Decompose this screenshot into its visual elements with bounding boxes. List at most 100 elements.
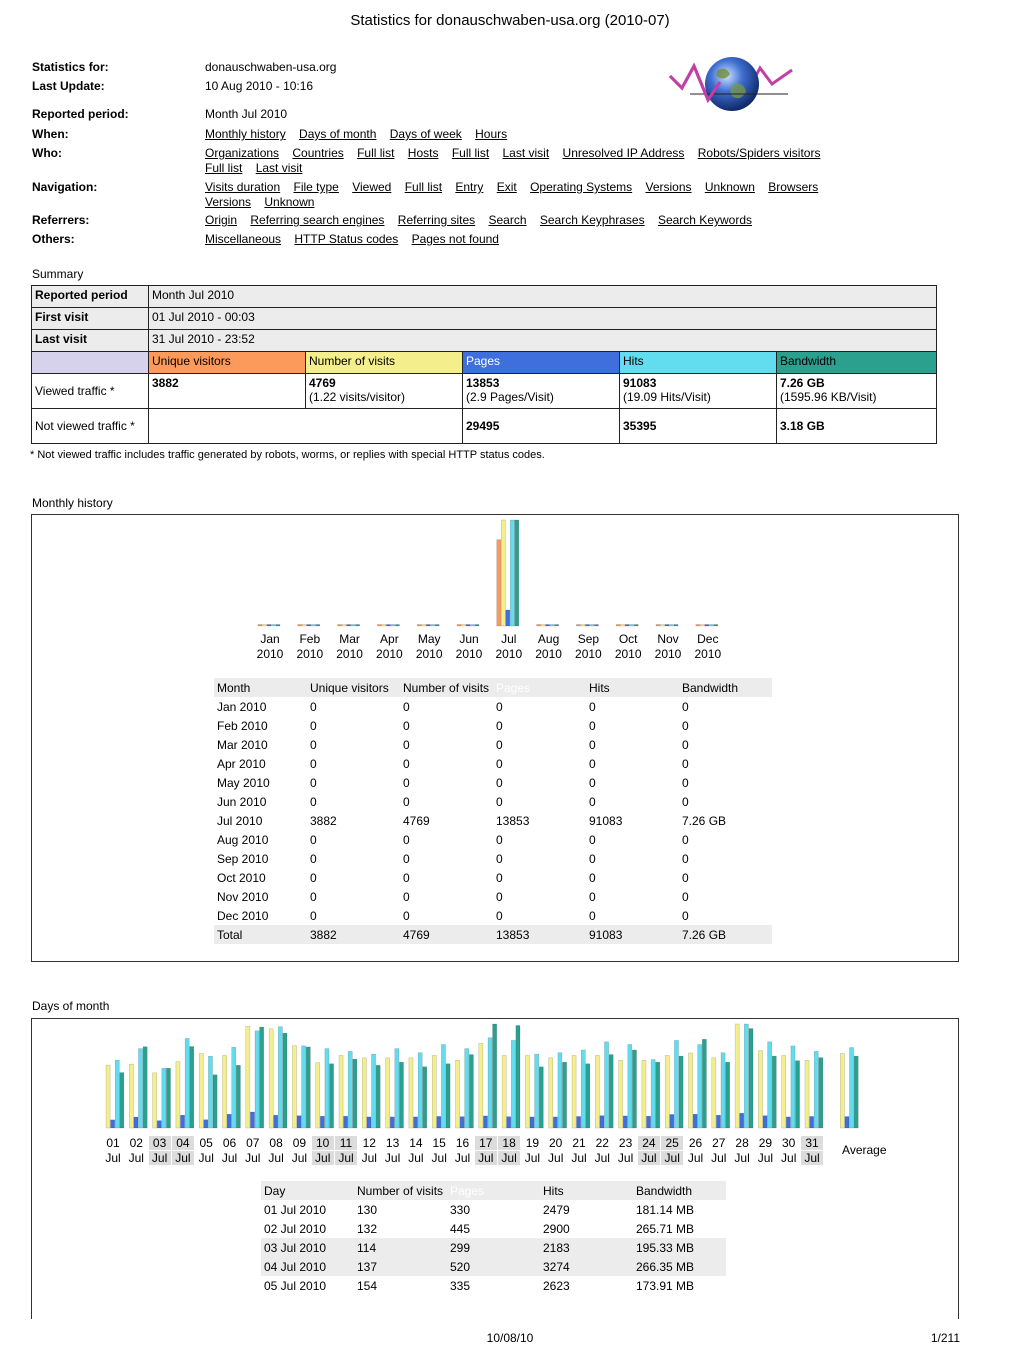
monthly-tick-label: Feb	[299, 632, 321, 646]
days-bar	[389, 1116, 395, 1129]
who-link-3[interactable]: Hosts	[408, 146, 439, 160]
monthly-header-pages: Pages	[493, 678, 586, 697]
days-bar	[366, 1116, 372, 1129]
days-tick-label: Jul	[781, 1151, 797, 1165]
days-bar	[175, 1061, 181, 1129]
navigation-link-8[interactable]: Unknown	[705, 180, 755, 194]
others-link-1[interactable]: HTTP Status codes	[294, 232, 398, 246]
monthly-bar	[315, 624, 321, 627]
referrers-link-2[interactable]: Referring sites	[398, 213, 475, 227]
navigation-link-0[interactable]: Visits duration	[205, 180, 280, 194]
days-tick-label: 12	[362, 1136, 376, 1150]
monthly-tick-label: Oct	[618, 632, 638, 646]
days-tick-label: 22	[595, 1136, 609, 1150]
days-bar	[142, 1046, 148, 1129]
monthly-history-title: Monthly history	[32, 496, 113, 510]
monthly-table-cell: 0	[496, 699, 503, 714]
when-label: When:	[32, 127, 69, 141]
who-link-8[interactable]: Full list	[205, 161, 242, 175]
days-bar	[268, 1028, 274, 1129]
monthly-table-cell: 0	[589, 889, 596, 904]
days-bar	[417, 1052, 423, 1129]
referrers-link-3[interactable]: Search	[489, 213, 527, 227]
who-link-4[interactable]: Full list	[452, 146, 489, 160]
days-tick-label: Jul	[801, 1151, 823, 1165]
days-bar	[853, 1055, 859, 1129]
days-bar	[483, 1115, 488, 1129]
days-bar	[273, 1114, 279, 1129]
days-table-cell: 2183	[540, 1238, 633, 1257]
days-bar	[767, 1041, 772, 1129]
who-link-1[interactable]: Countries	[292, 146, 343, 160]
monthly-header-bandwidth: Bandwidth	[679, 678, 772, 697]
referrers-link-4[interactable]: Search Keyphrases	[540, 213, 645, 227]
monthly-table-total-cell: Total	[214, 925, 307, 944]
navigation-link-2[interactable]: Viewed	[352, 180, 391, 194]
monthly-table-cell: 0	[310, 851, 317, 866]
navigation-link-1[interactable]: File type	[294, 180, 339, 194]
days-bar	[553, 1116, 558, 1129]
days-table-cell: 03 Jul 2010	[261, 1238, 354, 1257]
days-bar	[184, 1038, 190, 1129]
referrers-label: Referrers:	[32, 213, 90, 227]
monthly-table-cell: 0	[403, 699, 410, 714]
monthly-table-cell: 0	[496, 737, 503, 752]
days-of-month-chart	[105, 1023, 859, 1129]
others-link-2[interactable]: Pages not found	[412, 232, 499, 246]
monthly-bar	[536, 624, 541, 627]
days-table-cell: 266.35 MB	[633, 1257, 726, 1276]
who-link-9[interactable]: Last visit	[256, 161, 303, 175]
referrers-link-0[interactable]: Origin	[205, 213, 237, 227]
days-bar	[278, 1026, 283, 1129]
monthly-bar	[350, 624, 356, 627]
who-link-0[interactable]: Organizations	[205, 146, 279, 160]
days-bar	[464, 1048, 470, 1129]
monthly-table-total-cell: 91083	[586, 925, 679, 944]
monthly-bar	[355, 624, 360, 627]
not-viewed-footnote: * Not viewed traffic includes traffic ge…	[30, 449, 545, 461]
when-link-1[interactable]: Days of month	[299, 127, 376, 141]
navigation-link-7[interactable]: Versions	[645, 180, 691, 194]
days-tick-label: 25	[661, 1136, 684, 1150]
monthly-bar	[510, 519, 515, 627]
referrers-link-1[interactable]: Referring search engines	[250, 213, 384, 227]
monthly-bar	[390, 624, 396, 627]
monthly-table-cell: 0	[310, 794, 317, 809]
who-link-6[interactable]: Unresolved IP Address	[563, 146, 685, 160]
viewed-bandwidth-sub: (1595.96 KB/Visit)	[780, 390, 877, 404]
when-link-2[interactable]: Days of week	[390, 127, 462, 141]
navigation-link-6[interactable]: Operating Systems	[530, 180, 632, 194]
days-table-cell: 04 Jul 2010	[261, 1257, 354, 1276]
monthly-table-cell: Feb 2010	[217, 718, 268, 733]
days-table-cell: 132	[357, 1221, 378, 1236]
days-bar	[110, 1119, 115, 1129]
days-table-cell: 05 Jul 2010	[264, 1278, 327, 1293]
monthly-table-cell: 0	[310, 908, 317, 923]
monthly-bar	[624, 624, 630, 627]
monthly-table-cell: 0	[310, 832, 317, 847]
navigation-link-11[interactable]: Unknown	[264, 195, 314, 209]
days-bar	[161, 1068, 167, 1129]
summary-header-hits: Hits	[619, 351, 777, 374]
monthly-bar	[594, 624, 599, 627]
days-bar	[525, 1055, 530, 1129]
monthly-bar	[341, 624, 347, 627]
referrers-link-5[interactable]: Search Keywords	[658, 213, 752, 227]
when-link-0[interactable]: Monthly history	[205, 127, 286, 141]
others-link-0[interactable]: Miscellaneous	[205, 232, 281, 246]
monthly-bar	[576, 624, 581, 627]
navigation-link-9[interactable]: Browsers	[768, 180, 818, 194]
days-bar	[548, 1057, 554, 1129]
monthly-bar	[496, 539, 502, 627]
who-link-7[interactable]: Robots/Spiders visitors	[698, 146, 821, 160]
monthly-bar	[266, 624, 272, 627]
who-link-2[interactable]: Full list	[357, 146, 394, 160]
navigation-link-3[interactable]: Full list	[405, 180, 442, 194]
when-link-3[interactable]: Hours	[475, 127, 507, 141]
navigation-link-10[interactable]: Versions	[205, 195, 251, 209]
navigation-link-4[interactable]: Entry	[455, 180, 483, 194]
who-link-5[interactable]: Last visit	[503, 146, 550, 160]
navigation-link-5[interactable]: Exit	[497, 180, 517, 194]
monthly-table-cell: 0	[403, 737, 410, 752]
monthly-tick-label: Dec	[697, 632, 719, 646]
